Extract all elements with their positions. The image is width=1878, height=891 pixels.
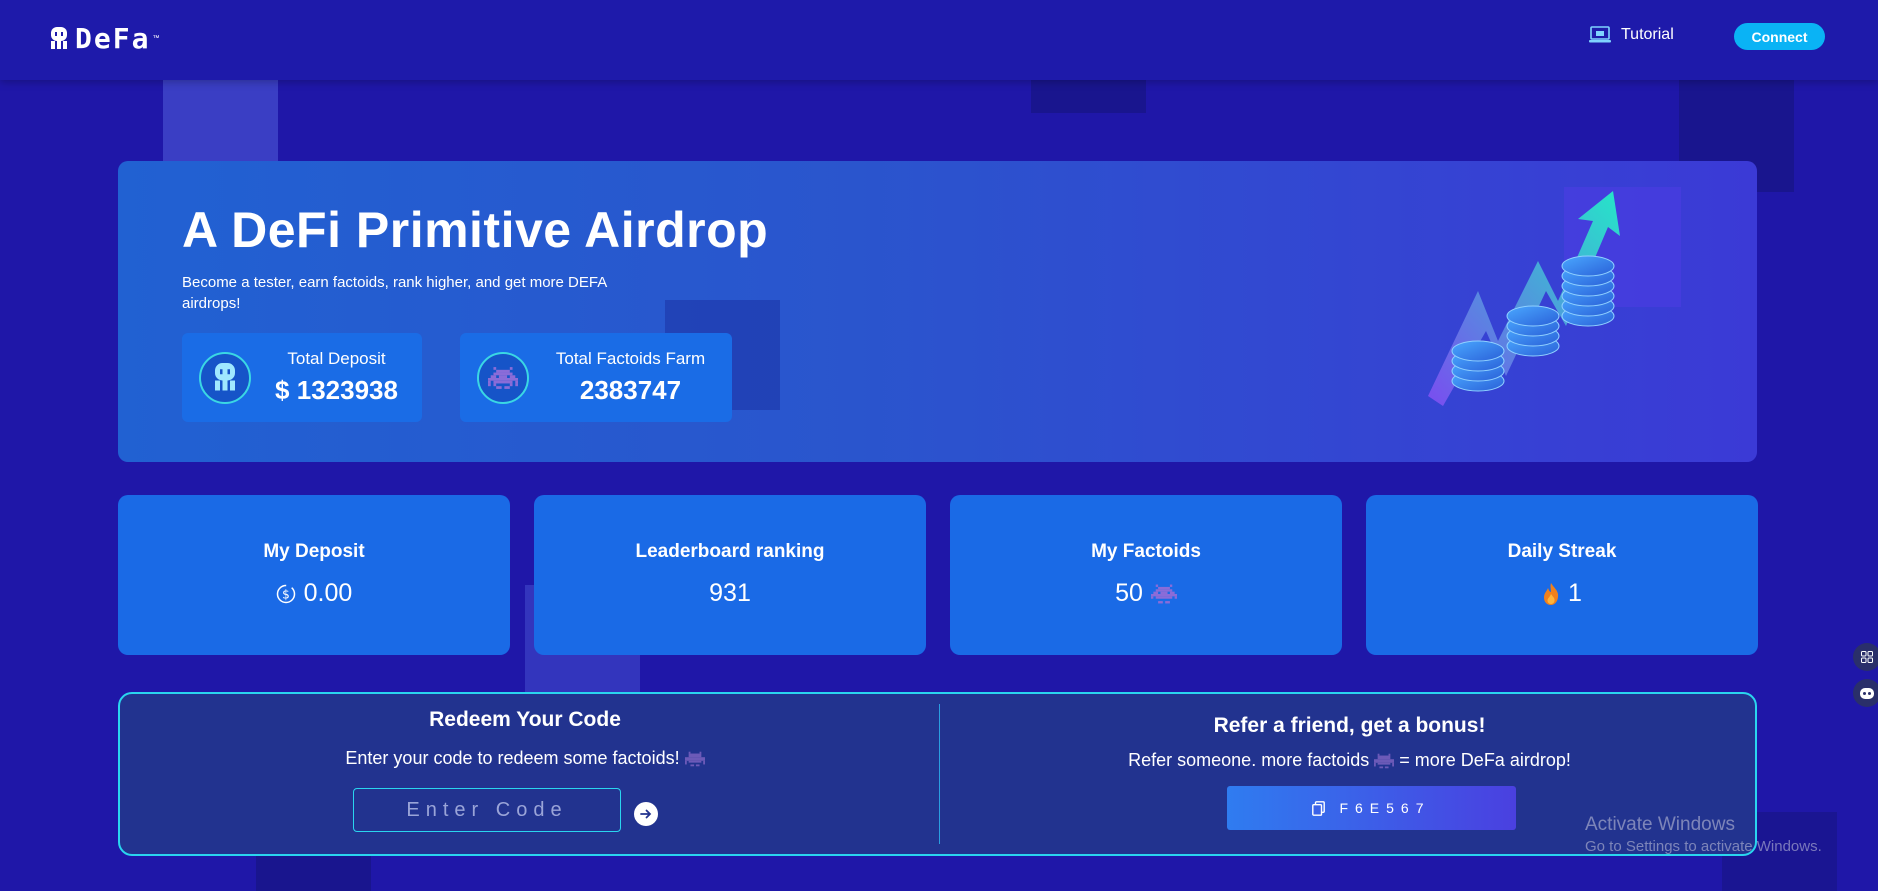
top-nav-bar: DeFa ™ Tutorial Connect [0, 0, 1878, 80]
defa-logo[interactable]: DeFa ™ [49, 22, 159, 55]
leaderboard-ranking-card: Leaderboard ranking 931 [534, 495, 926, 655]
bg-decor-square [256, 855, 371, 891]
my-factoids-title: My Factoids [1091, 541, 1201, 562]
watermark-title: Activate Windows [1585, 814, 1735, 835]
referral-code-text: F6E567 [1339, 800, 1431, 816]
laptop-icon [1589, 26, 1611, 43]
my-deposit-card: My Deposit $ 0.00 [118, 495, 510, 655]
svg-text:$: $ [282, 587, 290, 601]
bg-decor-square [1031, 80, 1146, 113]
defa-ghost-logo-icon [51, 26, 67, 49]
copy-icon [1312, 800, 1326, 816]
total-factoids-farm-label: Total Factoids Farm [555, 349, 706, 368]
leaderboard-ranking-value: 931 [709, 579, 751, 607]
redeem-subtitle-text: Enter your code to redeem some factoids! [345, 748, 680, 768]
refer-subtitle-part2: = more DeFa airdrop! [1399, 750, 1571, 770]
fire-icon [1544, 582, 1559, 605]
refer-subtitle: Refer someone. more factoids = more DeFa… [944, 750, 1755, 771]
redeem-title: Redeem Your Code [429, 708, 621, 731]
apps-grid-button[interactable] [1853, 643, 1878, 671]
redeem-code-input[interactable] [353, 788, 621, 832]
arrow-right-icon [640, 809, 652, 819]
robot-icon [1860, 688, 1874, 699]
hero-subtitle: Become a tester, earn factoids, rank hig… [182, 274, 607, 312]
hero-title: A DeFi Primitive Airdrop [182, 202, 769, 258]
total-deposit-card: Total Deposit $ 1323938 [182, 333, 422, 422]
daily-streak-title: Daily Streak [1507, 541, 1617, 562]
daily-streak-card: Daily Streak 1 [1366, 495, 1758, 655]
daily-streak-value: 1 [1568, 579, 1582, 607]
panel-divider [939, 704, 940, 844]
my-factoids-card: My Factoids 50 [950, 495, 1342, 655]
factoid-alien-icon [477, 351, 529, 404]
trademark-symbol: ™ [152, 35, 160, 42]
factoid-alien-icon [684, 751, 705, 767]
refer-subtitle-part1: Refer someone. more factoids [1128, 750, 1370, 770]
redeem-subtitle: Enter your code to redeem some factoids! [120, 748, 930, 769]
chat-bot-button[interactable] [1853, 679, 1878, 707]
factoid-alien-icon [1150, 584, 1177, 603]
my-factoids-value: 50 [1115, 579, 1143, 607]
total-factoids-farm-card: Total Factoids Farm 2383747 [460, 333, 732, 422]
copy-referral-code-button[interactable]: F6E567 [1227, 786, 1516, 830]
watermark-subtitle: Go to Settings to activate Windows. [1585, 838, 1822, 855]
my-deposit-value: 0.00 [303, 579, 353, 607]
factoid-alien-icon [1374, 753, 1395, 769]
windows-activation-watermark: Activate Windows Go to Settings to activ… [1585, 814, 1822, 855]
redeem-refer-panel: Redeem Your Code Enter your code to rede… [118, 692, 1757, 856]
total-factoids-farm-value: 2383747 [579, 375, 682, 405]
leaderboard-ranking-title: Leaderboard ranking [635, 541, 825, 562]
my-deposit-title: My Deposit [263, 541, 365, 562]
logo-text: DeFa [75, 22, 151, 55]
connect-wallet-button[interactable]: Connect [1734, 23, 1825, 50]
defa-ghost-badge-icon [199, 351, 251, 404]
grid-icon [1861, 651, 1873, 663]
refer-title: Refer a friend, get a bonus! [1213, 714, 1486, 737]
rising-coins-illustration [1428, 191, 1620, 406]
total-deposit-label: Total Deposit [287, 349, 386, 368]
dollar-coin-icon: $ [276, 584, 295, 603]
tutorial-label: Tutorial [1621, 26, 1674, 43]
redeem-submit-button[interactable] [634, 802, 658, 826]
total-deposit-value: $ 1323938 [275, 375, 398, 405]
hero-banner: A DeFi Primitive Airdrop Become a tester… [118, 161, 1757, 462]
tutorial-link[interactable]: Tutorial [1589, 26, 1674, 44]
